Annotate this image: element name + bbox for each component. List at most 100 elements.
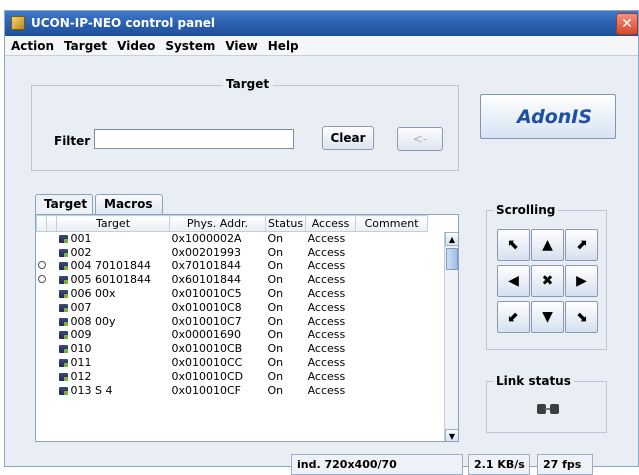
row-status: On xyxy=(267,369,284,383)
row-access: Access xyxy=(307,245,346,259)
scroll-down-right-icon[interactable]: ⬊ xyxy=(565,301,598,333)
row-status: On xyxy=(267,273,284,287)
col-addr-header[interactable]: Phys. Addr. xyxy=(169,215,266,232)
close-button[interactable]: ✕ xyxy=(616,13,638,35)
scrolling-group: Scrolling ⬉ ▲ ⬈ ◀ ✖ ▶ ⬋ ▼ ⬊ xyxy=(486,203,607,350)
scroll-down-left-icon[interactable]: ⬋ xyxy=(497,301,530,333)
menu-view[interactable]: View xyxy=(220,36,262,53)
menu-action[interactable]: Action xyxy=(5,36,59,53)
row-access: Access xyxy=(307,314,346,328)
row-target: 009 xyxy=(57,328,170,342)
row-indicator xyxy=(37,245,47,259)
row-status: On xyxy=(267,356,284,370)
scroll-down-icon[interactable]: ▼ xyxy=(531,301,564,333)
col-target-header[interactable]: Target xyxy=(56,215,170,232)
target-name: 013 S 4 xyxy=(70,383,113,397)
status-bandwidth: 2.1 KB/s xyxy=(468,454,530,475)
row-target: 010 xyxy=(57,342,170,356)
tab-macros[interactable]: Macros xyxy=(95,194,163,214)
target-name: 009 xyxy=(70,328,92,342)
scrollbar-thumb[interactable] xyxy=(446,248,458,270)
table-row[interactable]: 008 00y 0x010010C7 On Access xyxy=(37,314,428,328)
row-indicator xyxy=(37,259,47,273)
clear-button[interactable]: Clear xyxy=(322,126,374,150)
scroll-up-icon[interactable]: ▲ xyxy=(531,229,564,261)
scroll-center-icon[interactable]: ✖ xyxy=(531,265,564,297)
target-table-grid: Target Phys. Addr. Status Access Comment… xyxy=(36,215,429,397)
table-row[interactable]: 010 0x010010CB On Access xyxy=(37,342,428,356)
row-icon-cell xyxy=(47,314,57,328)
row-access: Access xyxy=(307,273,346,287)
menu-video[interactable]: Video xyxy=(112,36,160,53)
tab-target[interactable]: Target xyxy=(35,194,93,214)
filter-input[interactable] xyxy=(94,129,294,149)
row-status: On xyxy=(267,287,284,301)
col-access-header[interactable]: Access xyxy=(305,215,357,232)
menu-target[interactable]: Target xyxy=(59,36,112,53)
row-comment xyxy=(356,356,428,370)
title-bar[interactable]: UCON-IP-NEO control panel ✕ xyxy=(5,11,638,36)
menu-bar: Action Target Video System View Help xyxy=(5,36,638,56)
row-status: On xyxy=(267,232,284,246)
scroll-up-left-icon[interactable]: ⬉ xyxy=(497,229,530,261)
row-addr: 0x010010CF xyxy=(171,383,242,397)
row-addr: 0x010010CC xyxy=(171,356,243,370)
table-row[interactable]: 013 S 4 0x010010CF On Access xyxy=(37,383,428,397)
table-row[interactable]: 007 0x010010C8 On Access xyxy=(37,300,428,314)
table-row[interactable]: 001 0x1000002A On Access xyxy=(37,232,428,246)
table-row[interactable]: 004 70101844 0x70101844 On Access xyxy=(37,259,428,273)
row-target: 006 00x xyxy=(57,287,170,301)
row-indicator xyxy=(37,328,47,342)
row-target: 012 xyxy=(57,369,170,383)
row-target: 002 xyxy=(57,245,170,259)
row-indicator xyxy=(37,383,47,397)
row-comment xyxy=(356,369,428,383)
scroll-left-icon[interactable]: ◀ xyxy=(497,265,530,297)
table-row[interactable]: 005 60101844 0x60101844 On Access xyxy=(37,273,428,287)
col-comment-header[interactable]: Comment xyxy=(355,215,429,232)
adonis-logo-button[interactable]: AdonIS xyxy=(480,94,616,139)
row-indicator xyxy=(37,300,47,314)
scroll-down-arrow-icon[interactable]: ▼ xyxy=(445,429,458,441)
row-target: 008 00y xyxy=(57,314,170,328)
row-status: On xyxy=(267,259,284,273)
scroll-up-arrow-icon[interactable]: ▲ xyxy=(445,232,458,246)
status-fps: 27 fps xyxy=(537,454,593,475)
status-resolution: ind. 720x400/70 xyxy=(291,454,463,475)
target-group-legend: Target xyxy=(222,77,274,91)
row-icon-cell xyxy=(47,328,57,342)
row-comment xyxy=(356,245,428,259)
back-button[interactable]: <- xyxy=(397,127,443,151)
row-addr: 0x70101844 xyxy=(171,259,242,273)
table-row[interactable]: 002 0x00201993 On Access xyxy=(37,245,428,259)
row-icon-cell xyxy=(47,287,57,301)
filter-label: Filter xyxy=(54,134,91,148)
menu-help[interactable]: Help xyxy=(263,36,304,53)
row-icon-cell xyxy=(47,259,57,273)
row-comment xyxy=(356,314,428,328)
table-row[interactable]: 006 00x 0x010010C5 On Access xyxy=(37,287,428,301)
row-status: On xyxy=(267,300,284,314)
col-icon-header xyxy=(46,215,57,232)
table-scrollbar[interactable]: ▲ ▼ xyxy=(444,232,458,441)
menu-system[interactable]: System xyxy=(160,36,220,53)
table-row[interactable]: 011 0x010010CC On Access xyxy=(37,356,428,370)
scroll-up-right-icon[interactable]: ⬈ xyxy=(565,229,598,261)
row-addr: 0x010010C5 xyxy=(171,287,242,301)
row-indicator xyxy=(37,287,47,301)
row-status: On xyxy=(267,383,284,397)
col-status-header[interactable]: Status xyxy=(264,215,307,232)
target-computer-icon xyxy=(58,317,68,326)
row-addr: 0x010010CD xyxy=(171,369,244,383)
table-row[interactable]: 012 0x010010CD On Access xyxy=(37,369,428,383)
col-indicator-header xyxy=(36,215,47,232)
target-computer-icon xyxy=(58,345,68,354)
row-access: Access xyxy=(307,383,346,397)
table-row[interactable]: 009 0x00001690 On Access xyxy=(37,328,428,342)
row-target: 007 xyxy=(57,300,170,314)
row-access: Access xyxy=(307,342,346,356)
scroll-right-icon[interactable]: ▶ xyxy=(565,265,598,297)
row-icon-cell xyxy=(47,245,57,259)
row-comment xyxy=(356,328,428,342)
row-indicator xyxy=(37,232,47,246)
